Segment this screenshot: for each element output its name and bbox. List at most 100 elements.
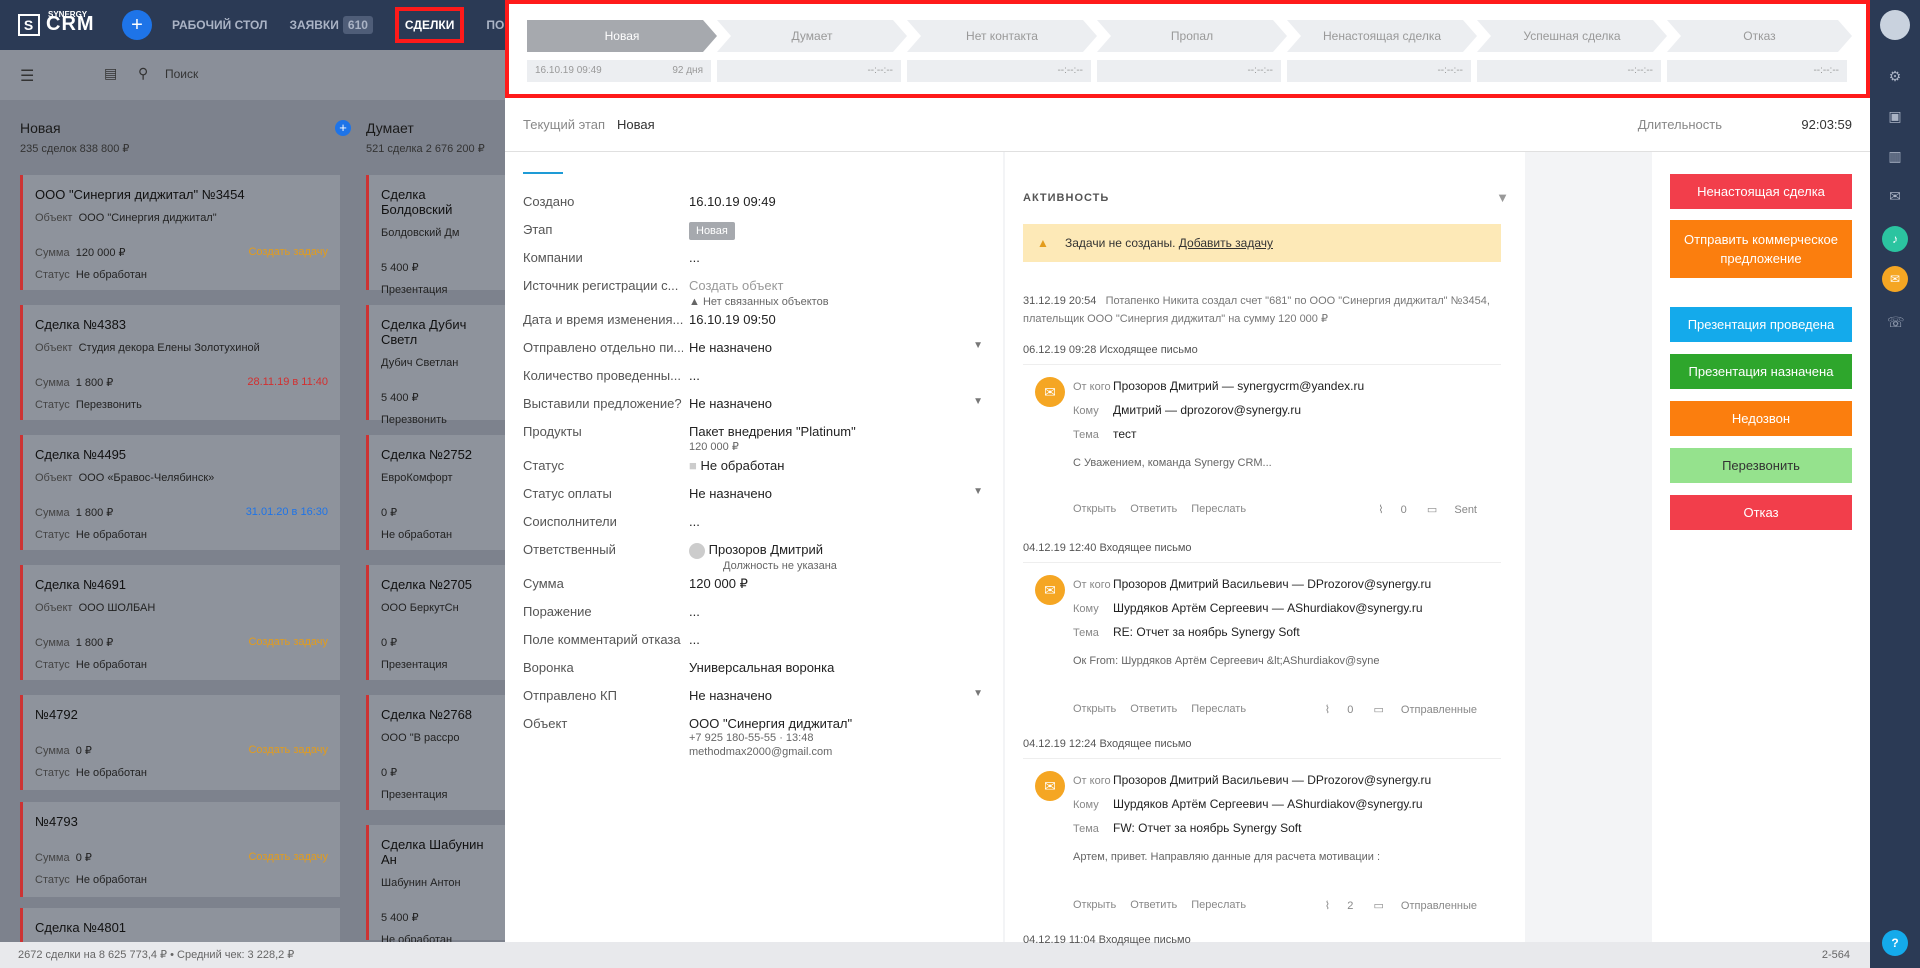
stage-lost[interactable]: Пропал [1097,20,1287,52]
from-label: От кого [1073,579,1111,591]
card-status-label: Статус [35,874,70,886]
attachment-count: 2 [1347,900,1354,912]
deal-card[interactable]: Сделка №2705 ООО БеркутСн 0 ₽ Презентация [366,565,505,680]
deal-card[interactable]: Сделка №2752 ЕвроКомфорт 0 ₽ Не обработан [366,435,505,550]
chevron-down-icon[interactable]: ▼ [973,688,983,699]
phone-icon[interactable]: ☏ [1887,314,1905,330]
card-sum: 1 800 ₽ [75,377,114,389]
reply-link[interactable]: Ответить [1130,703,1177,715]
deal-card[interactable]: №4793 Сумма 0 ₽ Создать задачу Статус Не … [20,802,340,897]
book-icon[interactable]: ▥ [1887,148,1903,164]
create-task-link[interactable]: Создать задачу [248,744,328,756]
deal-card[interactable]: ООО "Синергия диджитал" №3454 Объект ООО… [20,175,340,290]
subject-label: Тема [1073,627,1099,639]
call-back-button[interactable]: Перезвонить [1670,448,1852,483]
logo[interactable]: S SYNERGY CRM [18,10,95,36]
search-input[interactable]: Поиск [165,67,198,81]
bell-icon[interactable]: ♪ [1882,226,1908,252]
field-label: Этап [523,222,553,237]
briefcase-icon[interactable]: ▣ [1887,108,1903,124]
open-email-link[interactable]: Открыть [1073,899,1116,911]
deal-card[interactable]: Сделка Болдовский Болдовский Дм 5 400 ₽ Пре… [366,175,505,296]
stage-new[interactable]: Новая [527,20,717,52]
refusal-button[interactable]: Отказ [1670,495,1852,530]
field-value: Не назначено [689,340,772,355]
view-toggle-icon[interactable]: ▤ [104,65,117,82]
stage-fake-deal[interactable]: Ненастоящая сделка [1287,20,1477,52]
card-status-label: Статус [35,529,70,541]
add-task-link[interactable]: Добавить задачу [1179,236,1273,250]
field-label: Поле комментарий отказа [523,632,681,647]
create-task-link[interactable]: Создать задачу [248,636,328,648]
task-due-date[interactable]: 31.01.20 в 16:30 [246,506,328,518]
email-subject: RE: Отчет за ноябрь Synergy Soft [1113,625,1300,639]
field-label: Отправлено КП [523,688,617,703]
stage-no-contact[interactable]: Нет контакта [907,20,1097,52]
chat-icon[interactable]: ✉ [1887,188,1903,204]
deal-card[interactable]: Сделка №4495 Объект ООО «Бравос-Челябинс… [20,435,340,550]
email-subject: тест [1113,427,1137,441]
presentation-done-button[interactable]: Презентация проведена [1670,307,1852,342]
field-label: Дата и время изменения... [523,312,683,327]
email-card[interactable]: ✉ От кого Прозоров Дмитрий — synergycrm@y… [1023,364,1501,526]
create-task-link[interactable]: Создать задачу [248,851,328,863]
deal-card[interactable]: Сделка №2768 ООО "В рассро 0 ₽ Презентация [366,695,505,810]
create-task-link[interactable]: Создать задачу [248,246,328,258]
forward-link[interactable]: Переслать [1191,703,1246,715]
card-title: Сделка №4691 [35,577,127,592]
open-email-link[interactable]: Открыть [1073,503,1116,515]
forward-link[interactable]: Переслать [1191,503,1246,515]
email-card[interactable]: ✉ От кого Прозоров Дмитрий Васильевич — D… [1023,758,1501,922]
chevron-down-icon[interactable]: ▼ [973,396,983,407]
field-value: Не назначено [689,396,772,411]
card-sum: 1 800 ₽ [75,637,114,649]
warning-icon: ▲ [689,296,703,308]
stage-refusal[interactable]: Отказ [1667,20,1852,52]
menu-icon[interactable]: ☰ [20,66,34,86]
invoice-event: 31.12.19 20:54 Потапенко Никита создал с… [1023,292,1501,328]
deal-card[interactable]: Сделка №4383 Объект Студия декора Елены … [20,305,340,420]
deal-card[interactable]: Сделка Шабунин Ан Шабунин Антон 5 400 ₽ Не … [366,825,505,942]
nav-deals[interactable]: СДЕЛКИ [394,7,465,43]
deal-card[interactable]: Сделка №4691 Объект ООО ШОЛБАН Сумма 1 8… [20,565,340,680]
help-icon[interactable]: ? [1882,930,1908,956]
filter-icon[interactable]: ▼ [1496,190,1509,205]
mail-icon[interactable]: ✉ [1882,266,1908,292]
deal-card[interactable]: Сделка №4801 [20,908,340,942]
search-icon: ⚲ [138,65,149,81]
nav-requests[interactable]: ЗАЯВКИ 610 [289,16,373,34]
settings-icon[interactable]: ⚙ [1887,68,1903,84]
reply-link[interactable]: Ответить [1130,503,1177,515]
nav-desktop[interactable]: РАБОЧИЙ СТОЛ [172,18,267,32]
send-offer-button[interactable]: Отправить коммерческое предложение [1670,220,1852,278]
card-object-label: Объект [35,212,73,224]
add-deal-icon[interactable]: + [335,120,351,136]
create-object-link[interactable]: Создать объект [689,278,783,293]
card-status: Презентация [381,659,448,671]
no-answer-button[interactable]: Недозвон [1670,401,1852,436]
chevron-down-icon[interactable]: ▼ [973,486,983,497]
stage-date: --:--:-- [1097,60,1281,82]
email-preview: Артем, привет. Направляю данные для расч… [1073,851,1381,863]
deal-card[interactable]: Сделка Дубич Светл Дубич Светлан 5 400 ₽ Пе… [366,305,505,426]
email-card[interactable]: ✉ От кого Прозоров Дмитрий Васильевич — D… [1023,562,1501,726]
stage-thinking[interactable]: Думает [717,20,907,52]
deal-card[interactable]: №4792 Сумма 0 ₽ Создать задачу Статус Не … [20,695,340,790]
add-button[interactable]: + [122,10,152,40]
card-sum: 0 ₽ [75,745,92,757]
forward-link[interactable]: Переслать [1191,899,1246,911]
chevron-down-icon[interactable]: ▼ [973,340,983,351]
field-note: +7 925 180-55-55 · 13:48 [689,732,814,744]
email-to: Шурдяков Артём Сергеевич — AShurdiakov@s… [1113,601,1423,615]
stage-pipeline: Новая Думает Нет контакта Пропал Ненасто… [505,0,1870,98]
stage-success[interactable]: Успешная сделка [1477,20,1667,52]
reply-link[interactable]: Ответить [1130,899,1177,911]
avatar[interactable] [1880,10,1910,40]
presentation-scheduled-button[interactable]: Презентация назначена [1670,354,1852,389]
card-status: Не обработан [75,874,147,886]
task-due-date[interactable]: 28.11.19 в 11:40 [247,376,328,388]
fake-deal-button[interactable]: Ненастоящая сделка [1670,174,1852,209]
open-email-link[interactable]: Открыть [1073,703,1116,715]
field-value: 120 000 ₽ [689,576,748,591]
field-label: Отправлено отдельно пи... [523,340,683,355]
